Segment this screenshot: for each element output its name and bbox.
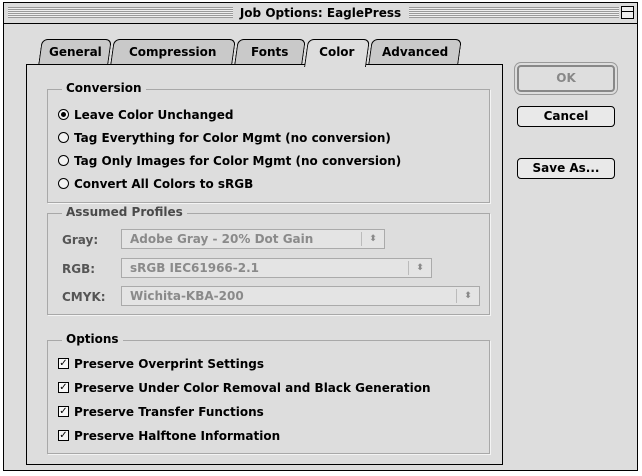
radio-icon[interactable]	[58, 155, 69, 166]
title-bar[interactable]: Job Options: EaglePress	[4, 3, 637, 24]
radio-label: Leave Color Unchanged	[74, 108, 234, 122]
checkbox-checked-icon[interactable]: ✓	[58, 430, 69, 441]
checkbox-label: Preserve Overprint Settings	[74, 357, 264, 371]
tab-fonts[interactable]: Fonts	[234, 39, 306, 65]
radio-icon[interactable]	[58, 178, 69, 189]
cmyk-profile-value: Wichita-KBA-200	[130, 289, 244, 303]
tab-color[interactable]: Color	[304, 39, 370, 67]
popup-arrows-icon: ⬍	[408, 261, 431, 275]
popup-arrows-icon: ⬍	[456, 289, 479, 303]
radio-icon[interactable]	[58, 132, 69, 143]
cmyk-profile-popup[interactable]: Wichita-KBA-200 ⬍	[121, 286, 480, 306]
options-group-title: Options	[62, 332, 123, 346]
collapse-box-icon[interactable]	[621, 6, 634, 19]
cancel-button[interactable]: Cancel	[517, 106, 615, 127]
checkbox-checked-icon[interactable]: ✓	[58, 382, 69, 393]
checkbox-checked-icon[interactable]: ✓	[58, 358, 69, 369]
popup-arrows-icon: ⬍	[361, 232, 384, 246]
tab-advanced[interactable]: Advanced	[368, 39, 462, 65]
gray-profile-label: Gray:	[62, 233, 99, 247]
radio-label: Tag Only Images for Color Mgmt (no conve…	[74, 154, 402, 168]
ok-button[interactable]: OK	[517, 65, 615, 92]
rgb-profile-label: RGB:	[62, 262, 96, 276]
gray-profile-popup[interactable]: Adobe Gray - 20% Dot Gain ⬍	[121, 229, 385, 249]
conversion-group-title: Conversion	[62, 81, 146, 95]
checkbox-label: Preserve Transfer Functions	[74, 405, 264, 419]
job-options-window: Job Options: EaglePress General Compress…	[3, 2, 638, 471]
rgb-profile-popup[interactable]: sRGB IEC61966-2.1 ⬍	[121, 258, 432, 278]
radio-label: Convert All Colors to sRGB	[74, 177, 254, 191]
window-title: Job Options: EaglePress	[4, 5, 637, 21]
checkbox-label: Preserve Under Color Removal and Black G…	[74, 381, 431, 395]
radio-selected-icon[interactable]	[58, 109, 69, 120]
assumed-profiles-group-title: Assumed Profiles	[62, 205, 187, 219]
tab-compression[interactable]: Compression	[110, 39, 236, 65]
checkbox-checked-icon[interactable]: ✓	[58, 406, 69, 417]
save-as-button[interactable]: Save As...	[517, 158, 615, 179]
rgb-profile-value: sRGB IEC61966-2.1	[130, 261, 260, 275]
cmyk-profile-label: CMYK:	[62, 290, 106, 304]
checkbox-label: Preserve Halftone Information	[74, 429, 281, 443]
radio-label: Tag Everything for Color Mgmt (no conver…	[74, 131, 391, 145]
tab-general[interactable]: General	[38, 39, 112, 65]
gray-profile-value: Adobe Gray - 20% Dot Gain	[130, 232, 314, 246]
